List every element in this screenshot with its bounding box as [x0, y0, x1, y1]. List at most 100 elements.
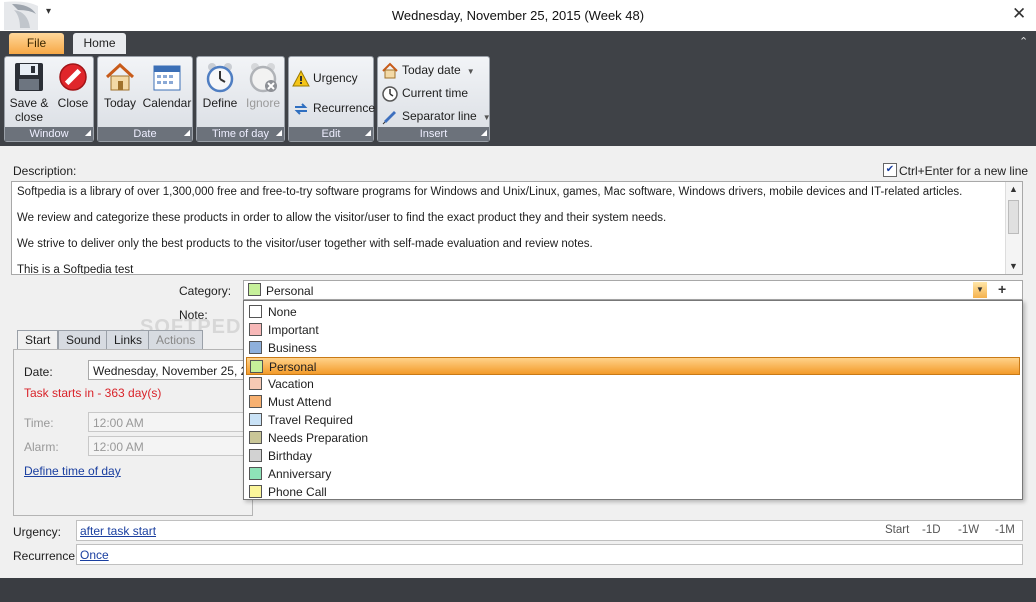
- category-option-label: Anniversary: [268, 467, 332, 481]
- recurrence-label: Recurrence: [313, 101, 376, 115]
- date-label: Date:: [24, 365, 53, 379]
- color-swatch: [249, 341, 262, 354]
- recurrence-label: Recurrence:: [13, 549, 79, 563]
- category-color-swatch: [248, 283, 261, 296]
- alarm-clock-icon: [206, 63, 234, 93]
- recurrence-field: Once: [76, 544, 1023, 565]
- category-option-needs-preparation[interactable]: Needs Preparation: [246, 429, 1020, 447]
- calendar-button[interactable]: Calendar: [142, 61, 192, 110]
- group-label-insert: Insert ◢: [378, 127, 489, 141]
- save-close-label: Save & close: [9, 96, 49, 124]
- alarm-field[interactable]: 12:00 AM: [88, 436, 258, 456]
- close-label: Close: [57, 96, 89, 110]
- current-time-button[interactable]: Current time: [381, 83, 468, 103]
- group-label-time-of-day: Time of day ◢: [197, 127, 284, 141]
- color-swatch: [249, 485, 262, 498]
- color-swatch: [249, 449, 262, 462]
- group-label-window: Window ◢: [5, 127, 93, 141]
- color-swatch: [249, 467, 262, 480]
- category-label: Category:: [179, 284, 232, 298]
- color-swatch: [249, 377, 262, 390]
- category-option-anniversary[interactable]: Anniversary: [246, 465, 1020, 483]
- color-swatch: [249, 413, 262, 426]
- urgency-link[interactable]: after task start: [80, 524, 156, 538]
- ctrl-enter-label: Ctrl+Enter for a new line: [899, 164, 1029, 178]
- today-date-button[interactable]: Today date ▼: [381, 60, 475, 80]
- tab-sound[interactable]: Sound: [58, 330, 109, 349]
- category-option-personal[interactable]: Personal: [246, 357, 1020, 375]
- category-combobox[interactable]: Personal ▼ +: [243, 280, 1023, 300]
- separator-line-button[interactable]: Separator line ▼: [381, 106, 491, 126]
- category-option-business[interactable]: Business: [246, 339, 1020, 357]
- close-circle-icon: [59, 63, 87, 91]
- dialog-launcher-icon[interactable]: ◢: [481, 126, 487, 140]
- separator-line-icon: [382, 110, 396, 125]
- house-icon: [105, 62, 135, 91]
- description-scrollbar[interactable]: ▲ ▼: [1005, 182, 1022, 274]
- recurrence-arrows-icon: [294, 103, 308, 115]
- category-option-vacation[interactable]: Vacation: [246, 375, 1020, 393]
- time-field[interactable]: 12:00 AM: [88, 412, 258, 432]
- tab-actions[interactable]: Actions: [148, 330, 204, 349]
- today-button[interactable]: Today: [100, 61, 140, 110]
- ribbon-tab-strip: [0, 31, 1036, 55]
- save-close-button[interactable]: Save & close: [7, 61, 51, 124]
- category-option-must-attend[interactable]: Must Attend: [246, 393, 1020, 411]
- ribbon-group-edit: Urgency Recurrence Edit ◢: [288, 56, 375, 142]
- urgency-option-1d[interactable]: -1D: [922, 524, 941, 536]
- dialog-launcher-icon[interactable]: ◢: [276, 126, 282, 140]
- color-swatch: [249, 395, 262, 408]
- today-label: Today: [103, 96, 137, 110]
- description-label: Description:: [13, 164, 77, 178]
- tab-file[interactable]: File: [9, 33, 64, 54]
- house-small-icon: [382, 62, 398, 79]
- ribbon-group-time-of-day: Define Ignore Time of day ◢: [196, 56, 285, 142]
- category-option-label: Business: [268, 341, 317, 355]
- category-dropdown-icon[interactable]: ▼: [973, 282, 987, 298]
- ignore-button[interactable]: Ignore: [243, 61, 283, 110]
- dialog-launcher-icon[interactable]: ◢: [85, 126, 91, 140]
- urgency-option-start[interactable]: Start: [885, 524, 909, 536]
- urgency-field: after task start Start -1D -1W -1M: [76, 520, 1023, 541]
- urgency-label: Urgency: [313, 71, 358, 85]
- urgency-option-1w[interactable]: -1W: [958, 524, 979, 536]
- close-button[interactable]: Close: [53, 61, 93, 110]
- description-line: This is a Softpedia test: [17, 264, 134, 275]
- category-option-phone-call[interactable]: Phone Call: [246, 483, 1020, 501]
- current-time-label: Current time: [402, 86, 469, 100]
- category-option-travel-required[interactable]: Travel Required: [246, 411, 1020, 429]
- urgency-label: Urgency:: [13, 525, 62, 539]
- define-button[interactable]: Define: [199, 61, 241, 110]
- ribbon-collapse-icon[interactable]: ⌃: [1019, 35, 1028, 48]
- tab-start[interactable]: Start: [17, 330, 59, 349]
- category-dropdown-list: None Important Business Personal Vacatio…: [243, 300, 1023, 500]
- calendar-label: Calendar: [142, 96, 192, 110]
- date-field[interactable]: Wednesday, November 25, 2015: [88, 360, 258, 380]
- recurrence-link[interactable]: Once: [80, 548, 109, 562]
- tab-links[interactable]: Links: [106, 330, 151, 349]
- description-textarea[interactable]: Softpedia is a library of over 1,300,000…: [11, 181, 1023, 275]
- category-option-important[interactable]: Important: [246, 321, 1020, 339]
- urgency-button[interactable]: Urgency: [292, 68, 358, 88]
- scrollbar-thumb[interactable]: [1008, 200, 1019, 234]
- window-title: Wednesday, November 25, 2015 (Week 48): [391, 8, 645, 23]
- add-category-icon[interactable]: +: [998, 281, 1006, 297]
- warning-icon: [292, 69, 310, 87]
- chevron-down-icon: ▼: [482, 113, 491, 122]
- ctrl-enter-checkbox[interactable]: ✔: [883, 163, 897, 177]
- color-swatch: [249, 305, 262, 318]
- close-window-icon[interactable]: ✕: [1012, 4, 1026, 24]
- category-option-none[interactable]: None: [246, 303, 1020, 321]
- dialog-launcher-icon[interactable]: ◢: [184, 126, 190, 140]
- scroll-up-icon[interactable]: ▲: [1009, 184, 1018, 194]
- urgency-option-1m[interactable]: -1M: [995, 524, 1015, 536]
- scroll-down-icon[interactable]: ▼: [1009, 261, 1018, 271]
- define-time-of-day-link[interactable]: Define time of day: [24, 464, 121, 478]
- recurrence-button[interactable]: Recurrence: [292, 98, 375, 118]
- tab-home[interactable]: Home: [73, 33, 126, 54]
- category-option-birthday[interactable]: Birthday: [246, 447, 1020, 465]
- dialog-launcher-icon[interactable]: ◢: [365, 126, 371, 140]
- category-option-label: Birthday: [268, 449, 313, 463]
- floppy-disk-icon: [15, 63, 43, 91]
- color-swatch: [250, 360, 263, 373]
